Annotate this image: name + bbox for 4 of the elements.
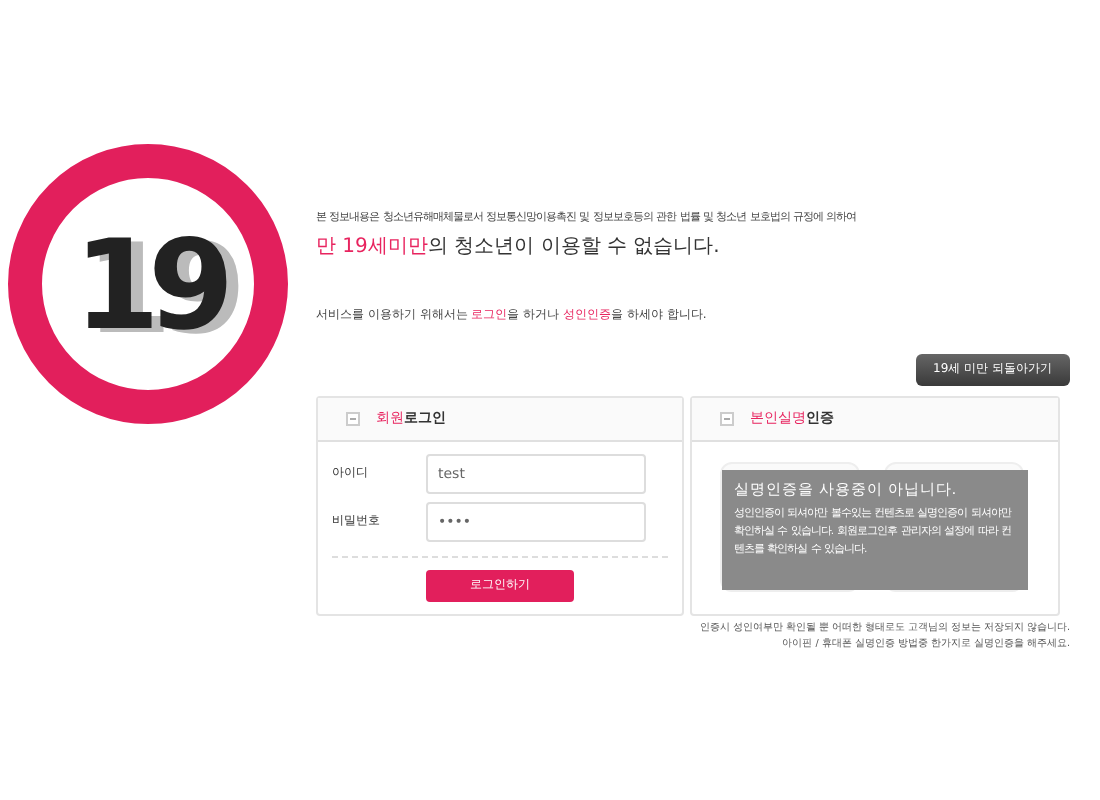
notice-headline: 만 19세미만의 청소년이 이용할 수 없습니다.: [316, 233, 722, 262]
age-number: 19: [73, 209, 223, 361]
collapse-icon: [720, 411, 734, 426]
collapse-icon: [346, 411, 360, 426]
